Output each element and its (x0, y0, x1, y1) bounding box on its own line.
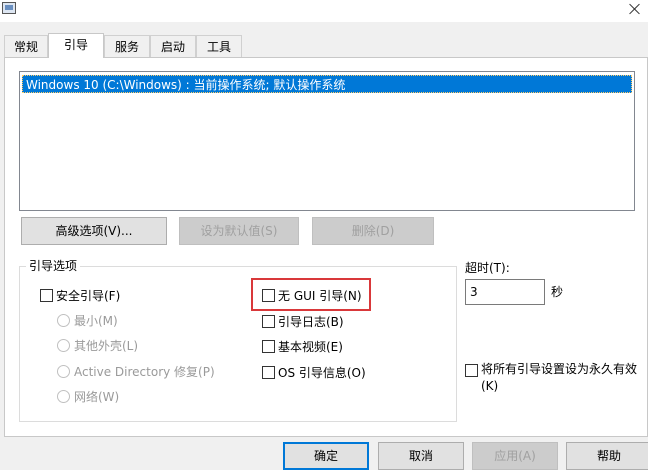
tab-general[interactable]: 常规 (4, 35, 48, 57)
ok-button[interactable]: 确定 (283, 442, 369, 470)
close-icon[interactable] (628, 2, 642, 16)
base-video-label: 基本视频(E) (278, 340, 343, 354)
radio-circle[interactable] (57, 339, 70, 352)
delete-button[interactable]: 删除(D) (312, 217, 434, 245)
tab-bar: 常规 引导 服务 启动 工具 (0, 33, 648, 58)
boot-log-checkbox[interactable]: 引导日志(B) (262, 313, 344, 331)
persist-settings-label: 将所有引导设置设为永久有效(K) (481, 362, 638, 393)
tab-startup[interactable]: 启动 (150, 35, 196, 57)
checkbox-box[interactable] (262, 315, 275, 328)
timeout-unit: 秒 (551, 285, 564, 299)
tab-services[interactable]: 服务 (104, 35, 150, 57)
boot-options-title: 引导选项 (26, 259, 81, 273)
radio-circle[interactable] (57, 365, 70, 378)
checkbox-box[interactable] (465, 364, 478, 377)
timeout-input[interactable]: 3 (465, 279, 545, 305)
help-button[interactable]: 帮助 (566, 442, 648, 470)
base-video-checkbox[interactable]: 基本视频(E) (262, 338, 343, 356)
minimal-radio[interactable]: 最小(M) (57, 312, 118, 330)
network-label: 网络(W) (74, 390, 120, 404)
os-list-item[interactable]: Windows 10 (C:\Windows) : 当前操作系统; 默认操作系统 (22, 75, 632, 93)
os-boot-info-label: OS 引导信息(O) (278, 366, 366, 380)
minimal-label: 最小(M) (74, 314, 118, 328)
apply-button[interactable]: 应用(A) (472, 442, 558, 470)
network-radio[interactable]: 网络(W) (57, 388, 119, 406)
alternate-shell-label: 其他外壳(L) (74, 339, 139, 353)
checkbox-box[interactable] (262, 366, 275, 379)
title-bar (0, 0, 648, 22)
safe-boot-label: 安全引导(F) (56, 289, 121, 303)
active-directory-label: Active Directory 修复(P) (74, 365, 215, 379)
active-directory-radio[interactable]: Active Directory 修复(P) (57, 363, 215, 381)
os-list[interactable]: Windows 10 (C:\Windows) : 当前操作系统; 默认操作系统 (19, 71, 635, 211)
alternate-shell-radio[interactable]: 其他外壳(L) (57, 337, 138, 355)
tab-tools[interactable]: 工具 (196, 35, 242, 57)
tab-boot[interactable]: 引导 (48, 33, 104, 58)
timeout-label: 超时(T): (465, 261, 510, 275)
advanced-options-button[interactable]: 高级选项(V)... (21, 217, 167, 245)
checkbox-box[interactable] (40, 289, 53, 302)
checkbox-box[interactable] (262, 340, 275, 353)
radio-circle[interactable] (57, 390, 70, 403)
cancel-button[interactable]: 取消 (378, 442, 464, 470)
boot-log-label: 引导日志(B) (278, 315, 344, 329)
set-default-button[interactable]: 设为默认值(S) (179, 217, 299, 245)
highlight-annotation (251, 278, 371, 311)
app-icon (2, 2, 16, 14)
safe-boot-checkbox[interactable]: 安全引导(F) (40, 287, 120, 305)
radio-circle[interactable] (57, 314, 70, 327)
os-boot-info-checkbox[interactable]: OS 引导信息(O) (262, 364, 366, 382)
